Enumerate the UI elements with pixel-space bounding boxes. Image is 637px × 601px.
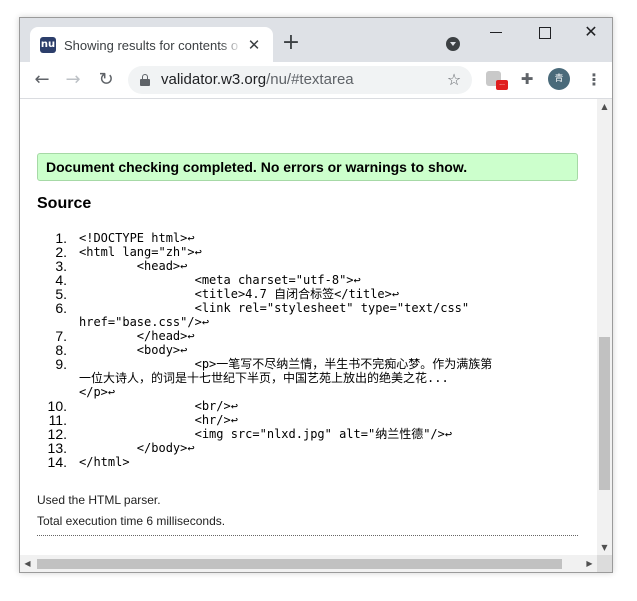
source-line: 14. </html>	[37, 455, 567, 469]
browser-window: nu Showing results for contents of text-…	[19, 17, 613, 573]
page-content: Document checking completed. No errors o…	[20, 99, 597, 555]
source-line: 2. <html lang="zh">↩	[37, 245, 567, 259]
line-number: 13.	[47, 440, 67, 456]
tab-close-icon[interactable]: ✕	[245, 36, 263, 54]
source-line: 11. <hr/>↩	[37, 413, 567, 427]
line-code: <meta charset="utf-8">↩	[79, 273, 361, 287]
line-code: <title>4.7 自闭合标签</title>↩	[79, 287, 400, 301]
line-code-wrap: </p>↩	[79, 385, 116, 399]
vertical-scrollbar[interactable]: ▲ ▼	[597, 99, 612, 555]
lock-icon[interactable]	[140, 74, 150, 86]
browser-toolbar: ← → ↻ validator.w3.org/nu/#textarea ☆ ..…	[20, 62, 612, 99]
source-line: 12. <img src="nlxd.jpg" alt="纳兰性德"/>↩	[37, 427, 567, 441]
extensions-puzzle-icon[interactable]: ✚	[518, 70, 536, 88]
scroll-down-arrow-icon[interactable]: ▼	[597, 540, 612, 555]
line-number: 1.	[55, 230, 67, 246]
source-line: 8. <body>↩	[37, 343, 567, 357]
profile-avatar[interactable]: 青	[548, 68, 570, 90]
line-code: <html lang="zh">↩	[79, 245, 202, 259]
scroll-left-arrow-icon[interactable]: ◀	[20, 555, 35, 572]
source-line: 13. </body>↩	[37, 441, 567, 455]
source-line: 4. <meta charset="utf-8">↩	[37, 273, 567, 287]
line-code: <link rel="stylesheet" type="text/css"	[79, 301, 470, 315]
line-code: </body>↩	[79, 441, 195, 455]
tab-search-icon[interactable]	[446, 37, 460, 51]
bookmark-star-icon[interactable]: ☆	[445, 70, 463, 90]
source-line: 6. <link rel="stylesheet" type="text/css…	[37, 301, 567, 329]
line-number: 12.	[47, 426, 67, 442]
success-message-box: Document checking completed. No errors o…	[37, 153, 578, 181]
line-code: <br/>↩	[79, 399, 238, 413]
source-line: 3. <head>↩	[37, 259, 567, 273]
tab-title: Showing results for contents of text-inp…	[64, 38, 238, 53]
source-heading: Source	[37, 195, 92, 212]
line-code: <img src="nlxd.jpg" alt="纳兰性德"/>↩	[79, 427, 453, 441]
execution-time-note: Total execution time 6 milliseconds.	[37, 514, 226, 528]
tab-title-fade	[220, 35, 242, 55]
line-code: <hr/>↩	[79, 413, 238, 427]
success-message: Document checking completed. No errors o…	[46, 159, 468, 175]
line-number: 4.	[55, 272, 67, 288]
forward-arrow-icon[interactable]: →	[63, 70, 83, 90]
source-line: 10. <br/>↩	[37, 399, 567, 413]
scroll-right-arrow-icon[interactable]: ▶	[582, 555, 597, 572]
line-number: 5.	[55, 286, 67, 302]
url-host: validator.w3.org	[161, 71, 267, 88]
maximize-icon[interactable]	[539, 27, 551, 39]
kebab-menu-icon[interactable]: ⋮	[586, 70, 602, 90]
scroll-up-arrow-icon[interactable]: ▲	[597, 99, 612, 114]
vertical-scroll-thumb[interactable]	[599, 337, 610, 490]
line-number: 3.	[55, 258, 67, 274]
line-number: 9.	[55, 356, 67, 372]
url-text[interactable]: validator.w3.org/nu/#textarea	[161, 71, 354, 89]
scroll-corner	[597, 555, 612, 572]
address-bar[interactable]: validator.w3.org/nu/#textarea ☆	[128, 66, 472, 94]
source-line: 7. </head>↩	[37, 329, 567, 343]
back-arrow-icon[interactable]: ←	[32, 70, 52, 90]
line-code: <p>一笔写不尽纳兰情，半生书不完痴心梦。作为满族第	[79, 357, 493, 371]
source-line: 1. <!DOCTYPE html>↩	[37, 231, 567, 245]
favicon-icon: nu	[40, 37, 56, 53]
parser-note: Used the HTML parser.	[37, 493, 161, 507]
line-code-wrap: 一位大诗人，的词是十七世纪下半页，中国艺苑上放出的绝美之花...	[79, 371, 449, 385]
line-code: <body>↩	[79, 343, 188, 357]
line-number: 11.	[48, 412, 67, 428]
line-code: </html>	[79, 455, 130, 469]
source-listing: 1. <!DOCTYPE html>↩ 2. <html lang="zh">↩ 3. …	[37, 231, 567, 469]
tab-active[interactable]: nu Showing results for contents of text-…	[30, 27, 273, 62]
dotted-divider	[37, 535, 578, 536]
tab-strip: nu Showing results for contents of text-…	[20, 18, 612, 62]
horizontal-scrollbar[interactable]: ◀ ▶	[20, 555, 597, 572]
line-number: 8.	[55, 342, 67, 358]
minimize-icon[interactable]	[490, 32, 502, 33]
line-number: 2.	[55, 244, 67, 260]
line-code-wrap: href="base.css"/>↩	[79, 315, 210, 329]
source-line: 5. <title>4.7 自闭合标签</title>↩	[37, 287, 567, 301]
reload-icon[interactable]: ↻	[96, 70, 116, 90]
url-path: /nu/#textarea	[266, 71, 354, 88]
source-line: 9. <p>一笔写不尽纳兰情，半生书不完痴心梦。作为满族第 一位大诗人，的词是十七…	[37, 357, 567, 399]
new-tab-plus-icon[interactable]: +	[281, 32, 301, 54]
line-number: 10.	[47, 398, 67, 414]
window-close-icon[interactable]: ✕	[582, 23, 600, 41]
line-code: </head>↩	[79, 329, 195, 343]
line-number: 6.	[55, 300, 67, 316]
line-number: 7.	[55, 328, 67, 344]
extension-badge: ...	[496, 80, 508, 90]
line-code: <head>↩	[79, 259, 188, 273]
horizontal-scroll-thumb[interactable]	[37, 559, 562, 569]
line-number: 14.	[47, 454, 67, 470]
line-code: <!DOCTYPE html>↩	[79, 231, 195, 245]
